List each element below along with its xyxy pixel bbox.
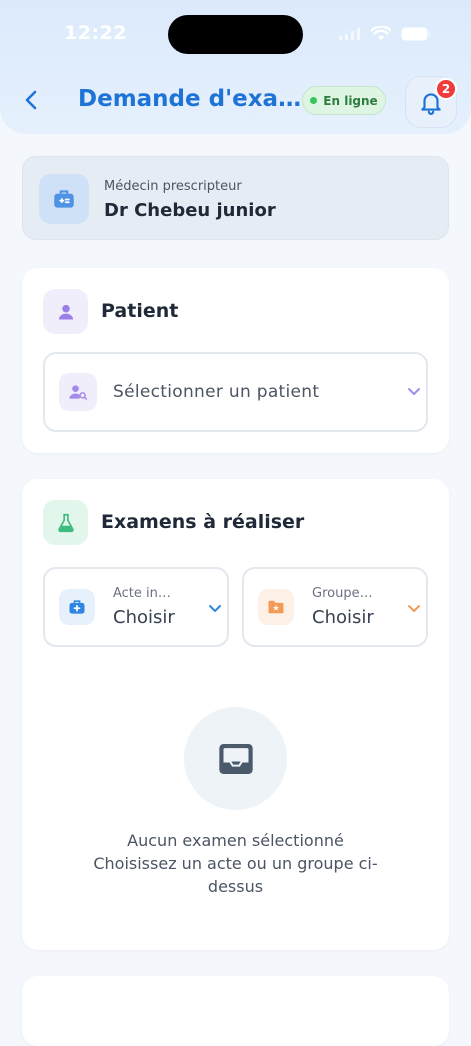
app-header: 12:22 Demande d'exa… En ligne 2 [0,0,471,134]
inbox-icon [218,743,253,774]
user-search-icon [59,373,97,411]
chevron-down-icon [408,605,420,612]
patient-section-title: Patient [101,300,179,322]
groupe-select[interactable]: Groupe… Choisir [242,567,428,647]
signal-icon [339,27,360,40]
next-card [22,976,449,1046]
notification-count-badge: 2 [435,78,457,100]
folder-star-icon [258,589,294,625]
empty-state-message: Aucun examen sélectionné Choisissez un a… [22,829,449,898]
exams-card: Examens à réaliser Acte in… Choisir Grou… [22,479,449,950]
chevron-down-icon [209,605,221,612]
empty-state-line2: Choisissez un acte ou un groupe ci- [93,854,378,873]
online-label: En ligne [323,93,378,108]
user-icon [43,289,88,334]
flask-icon [43,500,88,545]
page-title: Demande d'exa… [78,86,302,112]
empty-state-line1: Aucun examen sélectionné [127,831,344,850]
dynamic-island [168,15,303,54]
status-icons [339,26,431,41]
online-status-badge: En ligne [302,86,386,115]
prescriber-label: Médecin prescripteur [104,179,242,194]
acte-select[interactable]: Acte in… Choisir [43,567,229,647]
empty-state-line3: dessus [207,877,264,896]
prescriber-card: Médecin prescripteur Dr Chebeu junior [22,156,449,240]
groupe-value: Choisir [312,607,374,628]
online-dot-icon [310,97,318,104]
groupe-label: Groupe… [312,586,373,601]
exams-section-title: Examens à réaliser [101,511,305,533]
back-arrow-icon[interactable] [20,88,44,112]
medical-kit-icon [59,589,95,625]
status-time: 12:22 [64,22,127,44]
patient-card: Patient Sélectionner un patient [22,268,449,453]
patient-select-placeholder: Sélectionner un patient [113,382,320,402]
medical-bag-icon [39,174,89,224]
acte-label: Acte in… [113,586,171,601]
battery-icon [401,27,431,40]
acte-value: Choisir [113,607,175,628]
wifi-icon [371,26,391,40]
empty-state-illustration [184,707,287,810]
chevron-down-icon [408,388,420,395]
patient-select[interactable]: Sélectionner un patient [43,352,428,432]
prescriber-name: Dr Chebeu junior [104,200,276,221]
